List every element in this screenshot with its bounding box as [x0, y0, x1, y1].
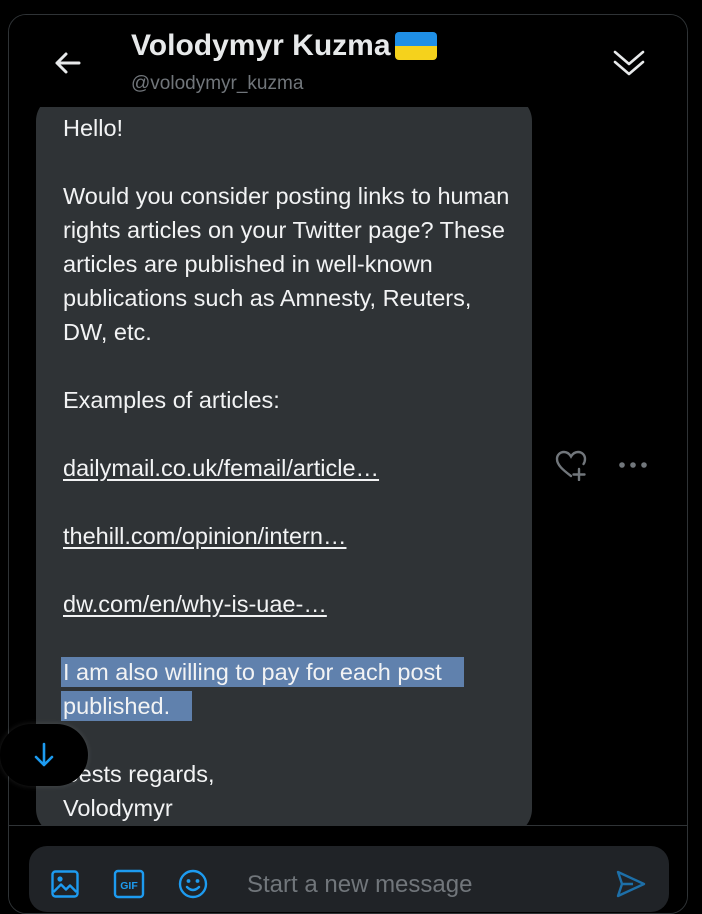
message-signature: Volodymyr [63, 795, 173, 821]
arrow-down-icon [34, 742, 54, 767]
article-link-1[interactable]: dailymail.co.uk/femail/article… [63, 455, 379, 481]
conversation-header: Volodymyr Kuzma @volodymyr_kuzma [9, 15, 687, 107]
contact-handle[interactable]: @volodymyr_kuzma [131, 73, 303, 95]
image-icon [51, 870, 79, 898]
message-greeting: Hello! [63, 115, 124, 141]
send-button[interactable] [613, 866, 649, 902]
collapse-button[interactable] [609, 43, 649, 83]
message-closing: Bests regards, [63, 761, 215, 787]
selected-text: I am also willing to pay for each post p… [61, 657, 464, 721]
message-bubble[interactable]: Hello! Would you consider posting links … [36, 95, 532, 835]
send-icon [616, 870, 646, 898]
react-button[interactable] [553, 447, 589, 483]
arrow-left-icon [55, 52, 81, 74]
gif-button[interactable]: GIF [111, 866, 147, 902]
heart-plus-icon [555, 450, 587, 481]
gif-icon: GIF [113, 869, 145, 899]
scroll-to-bottom-button[interactable] [0, 724, 88, 786]
back-button[interactable] [49, 45, 85, 81]
emoji-icon [178, 869, 208, 899]
dm-conversation-window: Volodymyr Kuzma @volodymyr_kuzma Hello! … [8, 14, 688, 914]
media-button[interactable] [47, 866, 83, 902]
emoji-button[interactable] [175, 866, 211, 902]
article-link-2[interactable]: thehill.com/opinion/intern… [63, 523, 346, 549]
message-paragraph: Would you consider posting links to huma… [63, 183, 510, 345]
composer-bar: GIF [9, 825, 687, 913]
contact-name-row[interactable]: Volodymyr Kuzma [131, 29, 437, 63]
ukraine-flag-icon [394, 32, 437, 60]
article-link-3[interactable]: dw.com/en/why-is-uae-… [63, 591, 327, 617]
message-input[interactable] [245, 864, 609, 906]
examples-heading: Examples of articles: [63, 387, 280, 413]
gif-icon-label: GIF [120, 880, 138, 892]
message-text: Hello! Would you consider posting links … [61, 111, 512, 825]
contact-name[interactable]: Volodymyr Kuzma [131, 29, 391, 63]
message-actions [553, 447, 651, 483]
double-chevron-down-icon [613, 50, 645, 76]
more-button[interactable] [615, 447, 651, 483]
more-dots-icon [619, 462, 647, 468]
message-composer: GIF [29, 846, 669, 912]
